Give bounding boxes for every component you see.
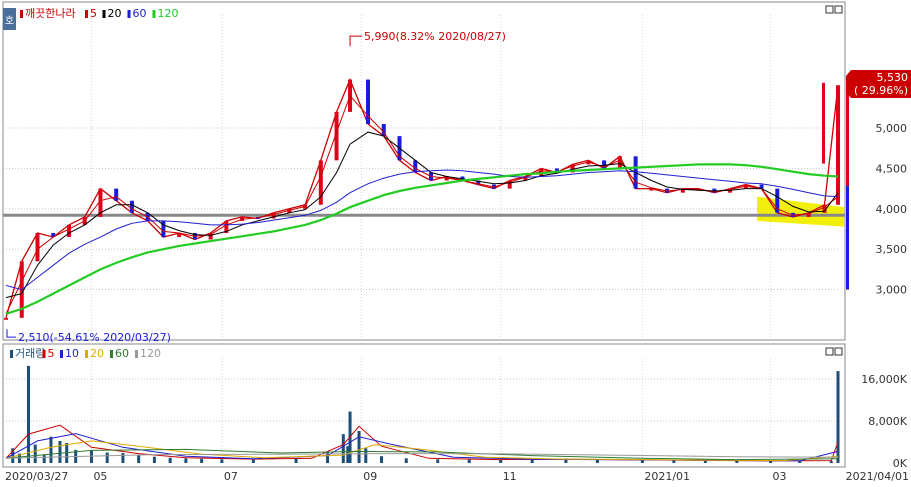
legend-swatch (20, 10, 23, 18)
volume-bar (836, 371, 840, 463)
current-price-box: 5,530 ( 29.96%) (846, 70, 911, 98)
volume-bar (220, 459, 224, 463)
x-tick-label: 03 (773, 470, 787, 483)
candle (129, 200, 134, 213)
volume-bar (294, 458, 298, 463)
legend-swatch (10, 350, 13, 358)
legend-swatch (60, 350, 63, 358)
restore-icon[interactable] (825, 347, 834, 356)
volume-tick-label: 0K (893, 457, 908, 470)
legend-swatch (127, 10, 131, 18)
maximize-icon[interactable] (834, 5, 843, 14)
stock-chart-window: 호 깨끗한나라 5 20 60 120 거래량 5 10 20 60 120 3,000 3,500… (0, 0, 911, 483)
x-tick-label: 05 (93, 470, 107, 483)
legend-label: 120 (140, 347, 161, 360)
volume-bar (42, 455, 46, 463)
volume-bar (564, 459, 568, 463)
candle (649, 188, 654, 191)
legend-swatch (85, 10, 88, 18)
volume-bar (49, 436, 53, 463)
volume-tick-label: 8,000K (868, 415, 907, 428)
volume-bar (200, 458, 204, 463)
price-tick-label: 4,500 (876, 162, 908, 175)
candle (413, 160, 418, 173)
volume-bar (357, 430, 361, 463)
candle (4, 317, 8, 320)
volume-bar (530, 459, 534, 463)
x-tick-label: 2021/04/01 (846, 470, 909, 483)
legend-label: 깨끗한나라 (25, 7, 76, 20)
volume-bar (436, 459, 440, 463)
x-tick-label: 2020/03/27 (5, 470, 68, 483)
legend-swatch (135, 350, 138, 358)
legend-label: 거래량 (15, 347, 45, 360)
legend-swatch (102, 10, 106, 18)
range-bar-red (846, 87, 849, 187)
legend-label: 10 (65, 347, 79, 360)
maximize-icon[interactable] (834, 347, 843, 356)
volume-bar (341, 434, 345, 463)
volume-bar (26, 365, 30, 463)
volume-bar (137, 455, 141, 463)
side-tab-label: 호 (5, 15, 14, 27)
volume-bar (105, 452, 109, 463)
volume-tick-label: 16,000K (861, 373, 907, 386)
candle (35, 233, 40, 262)
candle (66, 224, 71, 238)
volume-bar (326, 451, 330, 463)
volume-bar (89, 450, 93, 463)
volume-bar (380, 456, 384, 463)
restore-icon[interactable] (825, 5, 834, 14)
candle (836, 85, 840, 205)
legend-swatch (110, 350, 113, 358)
volume-bar (798, 461, 802, 463)
candle (114, 188, 119, 201)
legend-label: 60 (133, 7, 147, 20)
legend-swatch (42, 350, 46, 358)
volume-bar (58, 440, 62, 463)
x-tick-label: 07 (224, 470, 238, 483)
legend-swatch (152, 10, 156, 18)
legend-label: 20 (90, 347, 104, 360)
price-tick-label: 3,500 (876, 243, 908, 256)
current-price: 5,530 (877, 71, 909, 84)
volume-bar (121, 453, 125, 463)
legend-label: 5 (48, 347, 55, 360)
price-tick-label: 4,000 (876, 203, 908, 216)
legend-swatch (85, 350, 88, 358)
range-bar-blue (846, 186, 849, 290)
volume-bar (251, 459, 255, 463)
volume-bar (499, 459, 503, 463)
x-tick-label: 09 (363, 470, 377, 483)
volume-bar (404, 458, 408, 463)
low-annotation: 2,510(-54.61% 2020/03/27) (18, 331, 171, 344)
volume-bar (467, 459, 471, 463)
volume-bar (152, 456, 156, 463)
current-change: ( 29.96%) (854, 84, 908, 97)
legend-label: 20 (108, 7, 122, 20)
x-tick-label: 11 (503, 470, 517, 483)
legend-label: 60 (115, 347, 129, 360)
x-tick-label: 2021/01 (644, 470, 690, 483)
volume-bar (168, 457, 172, 463)
volume-bar (829, 460, 833, 463)
chart-canvas: 호 깨끗한나라 5 20 60 120 거래량 5 10 20 60 120 3,0003,500… (0, 0, 911, 483)
range-bar-red (822, 82, 825, 164)
volume-bar (364, 448, 368, 463)
legend-label: 120 (158, 7, 179, 20)
price-tick-label: 5,000 (876, 122, 908, 135)
volume-bar (184, 458, 188, 463)
volume-bar (33, 444, 37, 463)
price-tick-label: 3,000 (876, 284, 908, 297)
high-annotation: 5,990(8.32% 2020/08/27) (364, 30, 506, 43)
